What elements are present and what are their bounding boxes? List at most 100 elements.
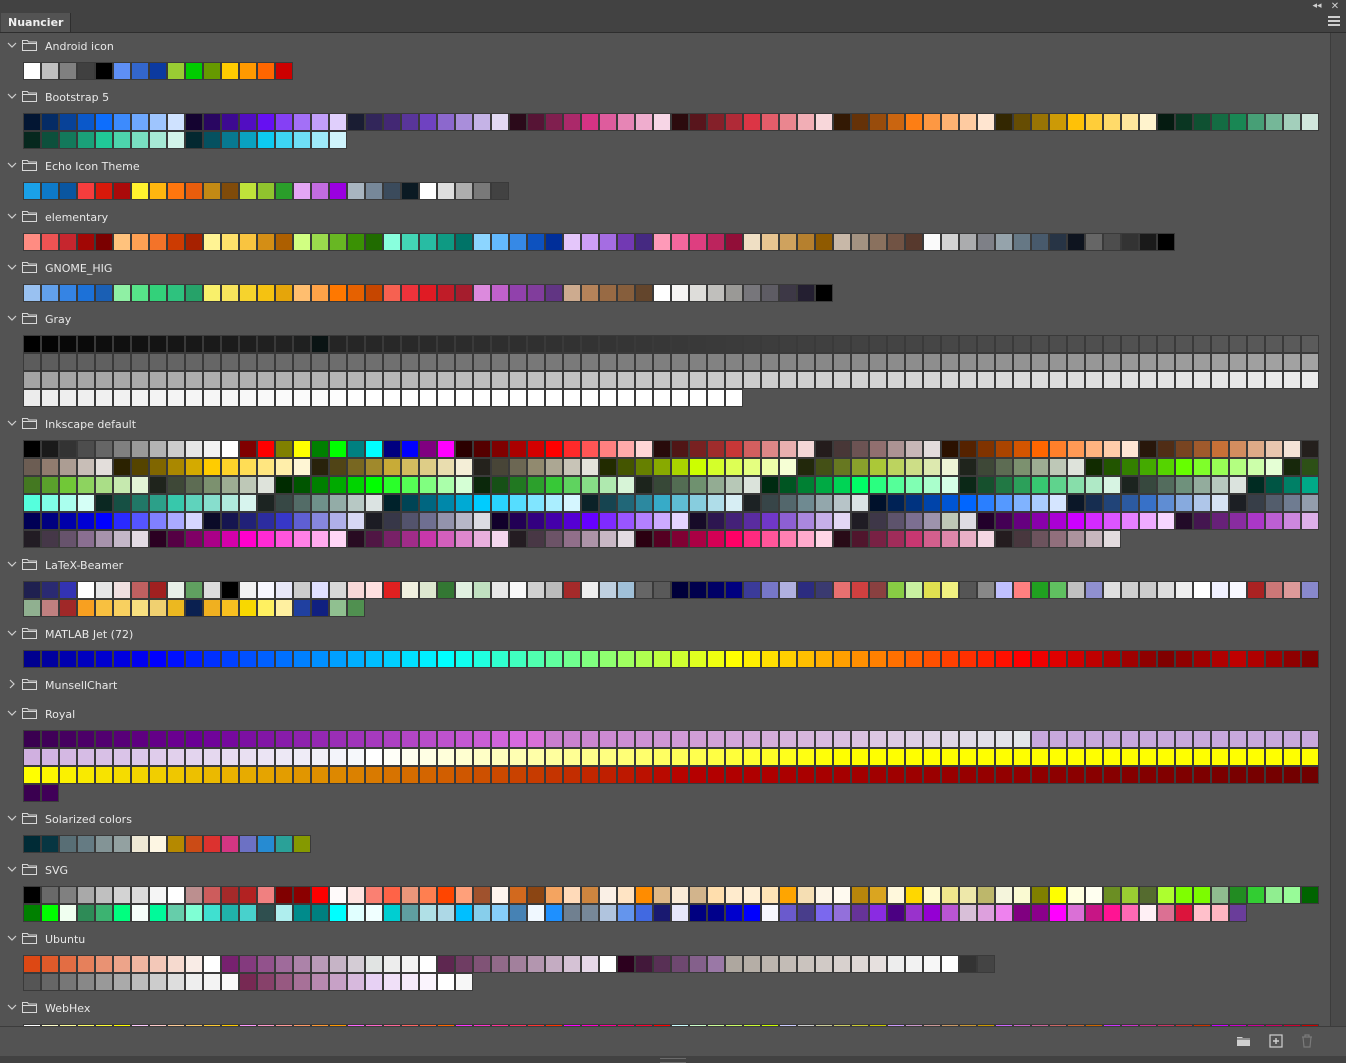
color-swatch[interactable]: [635, 766, 653, 784]
color-swatch[interactable]: [185, 458, 203, 476]
color-swatch[interactable]: [203, 835, 221, 853]
color-swatch[interactable]: [113, 233, 131, 251]
color-swatch[interactable]: [1301, 335, 1319, 353]
color-swatch[interactable]: [995, 113, 1013, 131]
color-swatch[interactable]: [635, 389, 653, 407]
color-swatch[interactable]: [797, 371, 815, 389]
color-swatch[interactable]: [599, 512, 617, 530]
color-swatch[interactable]: [293, 973, 311, 991]
color-swatch[interactable]: [599, 113, 617, 131]
color-swatch[interactable]: [293, 284, 311, 302]
color-swatch[interactable]: [635, 476, 653, 494]
color-swatch[interactable]: [311, 458, 329, 476]
color-swatch[interactable]: [725, 440, 743, 458]
color-swatch[interactable]: [185, 530, 203, 548]
color-swatch[interactable]: [1139, 353, 1157, 371]
color-swatch[interactable]: [617, 371, 635, 389]
color-swatch[interactable]: [527, 730, 545, 748]
color-swatch[interactable]: [1283, 766, 1301, 784]
color-swatch[interactable]: [41, 766, 59, 784]
color-swatch[interactable]: [77, 476, 95, 494]
color-swatch[interactable]: [293, 581, 311, 599]
color-swatch[interactable]: [347, 766, 365, 784]
color-swatch[interactable]: [761, 335, 779, 353]
color-swatch[interactable]: [851, 494, 869, 512]
color-swatch[interactable]: [1103, 233, 1121, 251]
color-swatch[interactable]: [401, 581, 419, 599]
color-swatch[interactable]: [1175, 581, 1193, 599]
color-swatch[interactable]: [59, 748, 77, 766]
color-swatch[interactable]: [923, 904, 941, 922]
color-swatch[interactable]: [977, 748, 995, 766]
color-swatch[interactable]: [455, 973, 473, 991]
color-swatch[interactable]: [23, 599, 41, 617]
color-swatch[interactable]: [95, 62, 113, 80]
color-swatch[interactable]: [509, 904, 527, 922]
color-swatch[interactable]: [275, 131, 293, 149]
color-swatch[interactable]: [581, 581, 599, 599]
color-swatch[interactable]: [113, 353, 131, 371]
color-swatch[interactable]: [365, 335, 383, 353]
color-swatch[interactable]: [95, 904, 113, 922]
group-header[interactable]: MATLAB Jet (72): [0, 621, 1330, 650]
color-swatch[interactable]: [113, 458, 131, 476]
color-swatch[interactable]: [1175, 904, 1193, 922]
color-swatch[interactable]: [725, 284, 743, 302]
color-swatch[interactable]: [149, 581, 167, 599]
group-header[interactable]: GNOME_HIG: [0, 255, 1330, 284]
color-swatch[interactable]: [869, 494, 887, 512]
color-swatch[interactable]: [797, 766, 815, 784]
color-swatch[interactable]: [41, 904, 59, 922]
color-swatch[interactable]: [743, 335, 761, 353]
color-swatch[interactable]: [275, 440, 293, 458]
color-swatch[interactable]: [149, 730, 167, 748]
color-swatch[interactable]: [761, 440, 779, 458]
color-swatch[interactable]: [779, 371, 797, 389]
color-swatch[interactable]: [491, 904, 509, 922]
color-swatch[interactable]: [1103, 904, 1121, 922]
color-swatch[interactable]: [203, 458, 221, 476]
color-swatch[interactable]: [365, 512, 383, 530]
color-swatch[interactable]: [653, 353, 671, 371]
color-swatch[interactable]: [977, 476, 995, 494]
color-swatch[interactable]: [761, 886, 779, 904]
color-swatch[interactable]: [1103, 458, 1121, 476]
color-swatch[interactable]: [851, 748, 869, 766]
color-swatch[interactable]: [563, 353, 581, 371]
color-swatch[interactable]: [671, 530, 689, 548]
color-swatch[interactable]: [419, 904, 437, 922]
color-swatch[interactable]: [1139, 440, 1157, 458]
color-swatch[interactable]: [167, 904, 185, 922]
chevron-down-icon[interactable]: [6, 159, 18, 171]
color-swatch[interactable]: [185, 766, 203, 784]
color-swatch[interactable]: [1031, 886, 1049, 904]
color-swatch[interactable]: [995, 476, 1013, 494]
color-swatch[interactable]: [1157, 458, 1175, 476]
color-swatch[interactable]: [905, 440, 923, 458]
color-swatch[interactable]: [23, 650, 41, 668]
color-swatch[interactable]: [293, 131, 311, 149]
color-swatch[interactable]: [1139, 650, 1157, 668]
color-swatch[interactable]: [491, 353, 509, 371]
color-swatch[interactable]: [401, 476, 419, 494]
color-swatch[interactable]: [491, 113, 509, 131]
color-swatch[interactable]: [689, 904, 707, 922]
color-swatch[interactable]: [491, 371, 509, 389]
color-swatch[interactable]: [1085, 886, 1103, 904]
color-swatch[interactable]: [401, 748, 419, 766]
color-swatch[interactable]: [527, 748, 545, 766]
color-swatch[interactable]: [1103, 476, 1121, 494]
color-swatch[interactable]: [311, 389, 329, 407]
color-swatch[interactable]: [167, 599, 185, 617]
color-swatch[interactable]: [149, 886, 167, 904]
color-swatch[interactable]: [1175, 748, 1193, 766]
color-swatch[interactable]: [239, 512, 257, 530]
color-swatch[interactable]: [239, 335, 257, 353]
color-swatch[interactable]: [59, 904, 77, 922]
color-swatch[interactable]: [1175, 886, 1193, 904]
color-swatch[interactable]: [383, 730, 401, 748]
color-swatch[interactable]: [491, 955, 509, 973]
color-swatch[interactable]: [887, 233, 905, 251]
color-swatch[interactable]: [977, 494, 995, 512]
color-swatch[interactable]: [923, 955, 941, 973]
